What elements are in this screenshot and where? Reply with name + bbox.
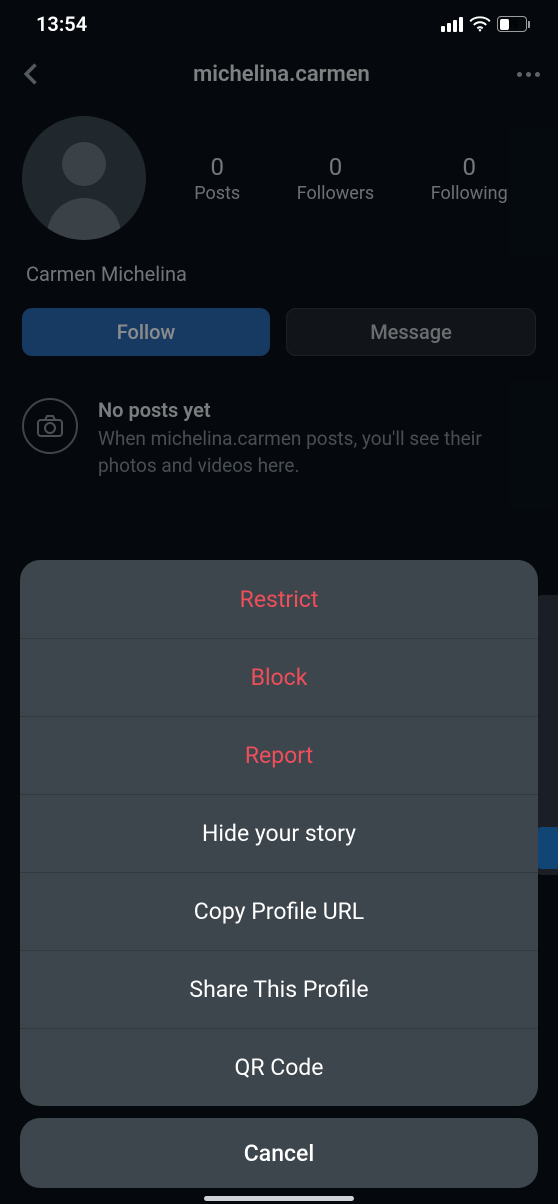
avatar[interactable] [22, 116, 146, 240]
stat-posts-value: 0 [194, 153, 240, 181]
stat-following-value: 0 [431, 153, 508, 181]
stat-posts-label: Posts [194, 183, 240, 204]
action-report[interactable]: Report [20, 716, 538, 794]
profile-summary: 0 Posts 0 Followers 0 Following [0, 100, 558, 248]
stat-followers[interactable]: 0 Followers [297, 153, 375, 204]
camera-icon [22, 398, 78, 454]
action-sheet-group: Restrict Block Report Hide your story Co… [20, 560, 538, 1106]
action-restrict[interactable]: Restrict [20, 560, 538, 638]
status-bar: 13:54 39 [0, 0, 558, 44]
display-name: Carmen Michelina [0, 248, 558, 286]
status-indicators: 39 [441, 16, 530, 32]
stat-followers-value: 0 [297, 153, 375, 181]
action-block[interactable]: Block [20, 638, 538, 716]
action-share[interactable]: Share This Profile [20, 950, 538, 1028]
back-button[interactable] [18, 60, 46, 88]
status-time: 13:54 [36, 12, 87, 36]
stat-posts[interactable]: 0 Posts [194, 153, 240, 204]
profile-stats: 0 Posts 0 Followers 0 Following [166, 153, 536, 204]
more-options-button[interactable] [517, 72, 540, 77]
battery-percent: 39 [498, 18, 526, 31]
stat-following-label: Following [431, 183, 508, 204]
action-sheet: Restrict Block Report Hide your story Co… [20, 560, 538, 1188]
empty-subtitle: When michelina.carmen posts, you'll see … [98, 426, 536, 479]
stat-followers-label: Followers [297, 183, 375, 204]
empty-state: No posts yet When michelina.carmen posts… [0, 356, 558, 479]
action-qr-code[interactable]: QR Code [20, 1028, 538, 1106]
action-copy-url[interactable]: Copy Profile URL [20, 872, 538, 950]
profile-header: michelina.carmen [0, 44, 558, 100]
profile-actions: Follow Message [0, 286, 558, 356]
suggestion-peek [536, 595, 558, 875]
empty-title: No posts yet [98, 398, 536, 422]
cellular-icon [441, 17, 463, 32]
message-button[interactable]: Message [286, 308, 536, 356]
home-indicator[interactable] [204, 1196, 354, 1201]
action-cancel[interactable]: Cancel [20, 1118, 538, 1188]
stat-following[interactable]: 0 Following [431, 153, 508, 204]
follow-button[interactable]: Follow [22, 308, 270, 356]
suggestion-peek-button [536, 827, 558, 869]
battery-icon: 39 [497, 16, 530, 32]
header-username: michelina.carmen [193, 62, 370, 87]
action-hide-story[interactable]: Hide your story [20, 794, 538, 872]
wifi-icon [469, 16, 491, 32]
